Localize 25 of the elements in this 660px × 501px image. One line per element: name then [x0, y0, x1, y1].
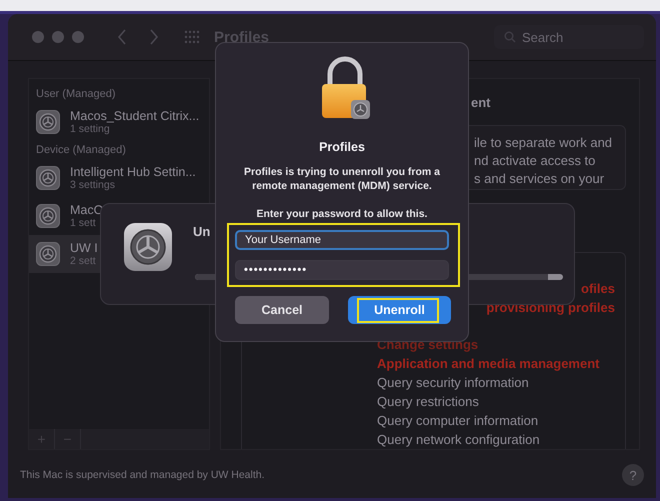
- profile-settings-count: 1 sett: [70, 217, 97, 229]
- profile-settings-count: 1 setting: [70, 123, 111, 135]
- profile-name: Macos_Student Citrix...: [70, 109, 200, 123]
- section-heading: User (Managed): [35, 87, 116, 102]
- permission-item: Query computer information: [377, 413, 538, 428]
- permission-item: Query security information: [377, 375, 529, 390]
- profile-heading: ent: [471, 95, 490, 110]
- permission-item: Query restrictions: [377, 394, 479, 409]
- footer-text: This Mac is supervised and managed by UW Health.: [20, 469, 265, 481]
- profile-settings-count: 2 sett: [70, 255, 97, 267]
- profile-name: Intelligent Hub Settin...: [70, 165, 196, 179]
- dialog-message: Profiles is trying to unenroll you from a remote management (MDM) service.: [242, 165, 442, 193]
- permission-item: Application and media management: [377, 356, 600, 371]
- description-line: s and services on your: [474, 170, 606, 188]
- permission-item: ofiles: [581, 281, 615, 296]
- permission-item: Query network configuration: [377, 432, 540, 447]
- dialog-title: Profiles: [318, 140, 366, 154]
- description-line: nd activate access to: [474, 152, 596, 170]
- sheet-title: Un: [193, 224, 210, 239]
- profile-settings-count: 3 settings: [70, 179, 116, 191]
- profile-name: UW I: [70, 241, 98, 255]
- section-heading: Device (Managed): [35, 143, 127, 158]
- password-prompt: Enter your password to allow this.: [256, 208, 428, 220]
- permission-item: provisioning profiles: [486, 300, 615, 315]
- description-line: ile to separate work and: [474, 134, 614, 152]
